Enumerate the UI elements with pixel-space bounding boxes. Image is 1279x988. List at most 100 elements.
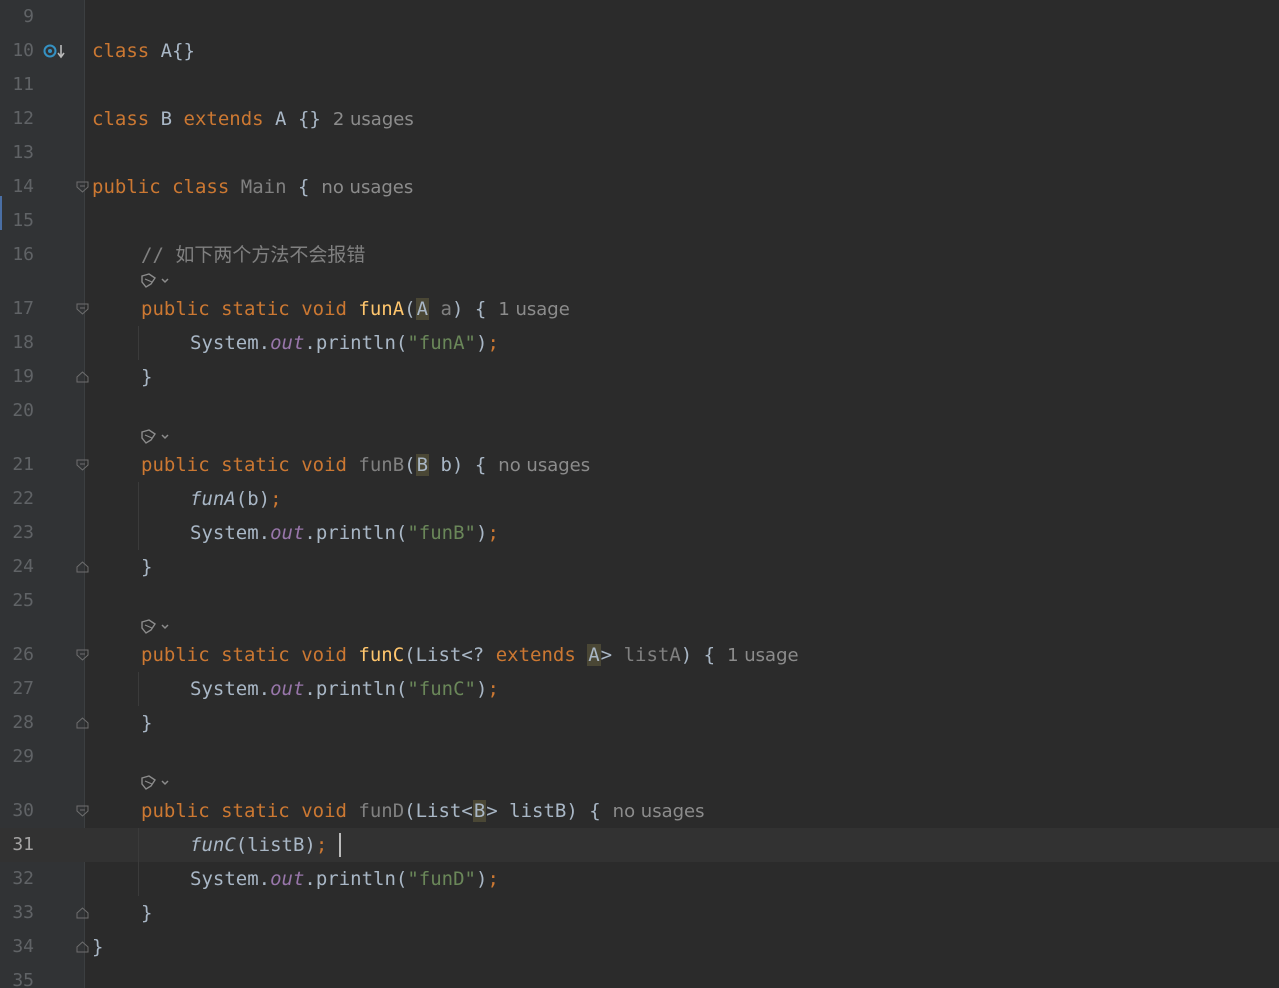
code-line[interactable]: 28 } (0, 706, 1279, 740)
usages-hint[interactable]: no usages (613, 801, 705, 822)
keyword: class (92, 40, 150, 62)
code-line[interactable]: 35 (0, 964, 1279, 988)
fold-marker-icon[interactable] (76, 717, 89, 729)
identifier: > (600, 644, 624, 666)
identifier: (List< (404, 800, 473, 822)
code-line[interactable]: 34 } (0, 930, 1279, 964)
indent-guide (138, 326, 139, 360)
line-number: 21 (12, 454, 34, 475)
identifier: (listB) (235, 834, 316, 856)
type-highlight: B (472, 800, 487, 822)
identifier: System. (190, 678, 271, 700)
code-text: System.out.println("funC"); (190, 677, 499, 701)
type-highlight: A (415, 298, 430, 320)
code-text: } (141, 365, 152, 389)
code-line[interactable]: 25 (0, 584, 1279, 618)
code-line[interactable]: 14 public class Main {no usages (0, 170, 1279, 204)
code-line[interactable]: 16 // 如下两个方法不会报错 (0, 238, 1279, 272)
indent-guide (138, 482, 139, 550)
code-vision-icon[interactable] (140, 428, 174, 446)
code-line[interactable]: 18 System.out.println("funA"); (0, 326, 1279, 360)
line-number: 28 (12, 712, 34, 733)
keyword: public (141, 800, 210, 822)
code-line[interactable]: 21 public static void funB(B b) {no usag… (0, 448, 1279, 482)
code-line[interactable]: 15 (0, 204, 1279, 238)
current-code-line[interactable]: 31 funC(listB); (0, 828, 1279, 862)
implemented-icon[interactable] (42, 42, 68, 62)
method-name: funA (358, 298, 405, 320)
code-line[interactable]: 32 System.out.println("funD"); (0, 862, 1279, 896)
class-name: Main (240, 176, 287, 198)
code-line[interactable]: 11 (0, 68, 1279, 102)
keyword: void (301, 644, 347, 666)
code-line[interactable]: 9 (0, 0, 1279, 34)
usages-hint[interactable]: 1 usage (498, 299, 570, 320)
code-line[interactable]: 19 } (0, 360, 1279, 394)
fold-marker-icon[interactable] (76, 181, 89, 193)
line-number: 14 (12, 176, 34, 197)
line-number: 34 (12, 936, 34, 957)
fold-marker-icon[interactable] (76, 561, 89, 573)
static-field: out (270, 678, 305, 700)
code-line[interactable]: 10 class A{} (0, 34, 1279, 68)
identifier: > listB) { (486, 800, 601, 822)
code-line[interactable]: 23 System.out.println("funB"); (0, 516, 1279, 550)
line-number: 32 (12, 868, 34, 889)
line-number: 25 (12, 590, 34, 611)
identifier: .println( (304, 522, 408, 544)
usages-hint[interactable]: 1 usage (727, 645, 799, 666)
fold-marker-icon[interactable] (76, 303, 89, 315)
code-text: } (141, 901, 152, 925)
fold-marker-icon[interactable] (76, 941, 89, 953)
code-line[interactable]: 26 public static void funC(List<? extend… (0, 638, 1279, 672)
code-line[interactable]: 12 class B extends A {} 2 usages (0, 102, 1279, 136)
code-text: } (141, 711, 152, 735)
usages-hint[interactable]: no usages (321, 177, 413, 198)
code-line[interactable]: 33 } (0, 896, 1279, 930)
semicolon: ; (487, 868, 499, 890)
code-line[interactable]: 27 System.out.println("funC"); (0, 672, 1279, 706)
code-editor[interactable]: 9 10 class A{} 11 12 class B extends A {… (0, 0, 1279, 988)
line-number: 9 (23, 6, 34, 27)
usages-hint[interactable]: 2 usages (333, 109, 414, 130)
code-text: public static void funA(A a) {1 usage (141, 297, 570, 322)
fold-marker-icon[interactable] (76, 907, 89, 919)
brace: } (141, 902, 153, 924)
line-number: 29 (12, 746, 34, 767)
fold-marker-icon[interactable] (76, 805, 89, 817)
usages-hint[interactable]: no usages (498, 455, 590, 476)
static-field: out (270, 332, 305, 354)
method-call: funA (190, 488, 236, 510)
code-vision-icon[interactable] (140, 618, 174, 636)
line-number: 35 (12, 970, 34, 988)
code-line[interactable]: 20 (0, 394, 1279, 428)
code-line[interactable]: 13 (0, 136, 1279, 170)
code-vision-icon[interactable] (140, 272, 174, 290)
fold-marker-icon[interactable] (76, 371, 89, 383)
line-number: 11 (12, 74, 34, 95)
code-line[interactable]: 30 public static void funD(List<B> listB… (0, 794, 1279, 828)
identifier: .println( (304, 868, 408, 890)
code-line[interactable]: 24 } (0, 550, 1279, 584)
keyword: static (221, 298, 290, 320)
line-number: 30 (12, 800, 34, 821)
line-number: 15 (12, 210, 34, 231)
fold-marker-icon[interactable] (76, 649, 89, 661)
identifier: .println( (304, 332, 408, 354)
brace: } (141, 366, 153, 388)
line-number: 27 (12, 678, 34, 699)
identifier: System. (190, 332, 271, 354)
semicolon: ; (270, 488, 282, 510)
keyword: void (301, 298, 347, 320)
code-line[interactable]: 22 funA(b); (0, 482, 1279, 516)
code-line[interactable]: 29 (0, 740, 1279, 774)
fold-marker-icon[interactable] (76, 459, 89, 471)
code-vision-icon[interactable] (140, 774, 174, 792)
code-line[interactable]: 17 public static void funA(A a) {1 usage (0, 292, 1279, 326)
